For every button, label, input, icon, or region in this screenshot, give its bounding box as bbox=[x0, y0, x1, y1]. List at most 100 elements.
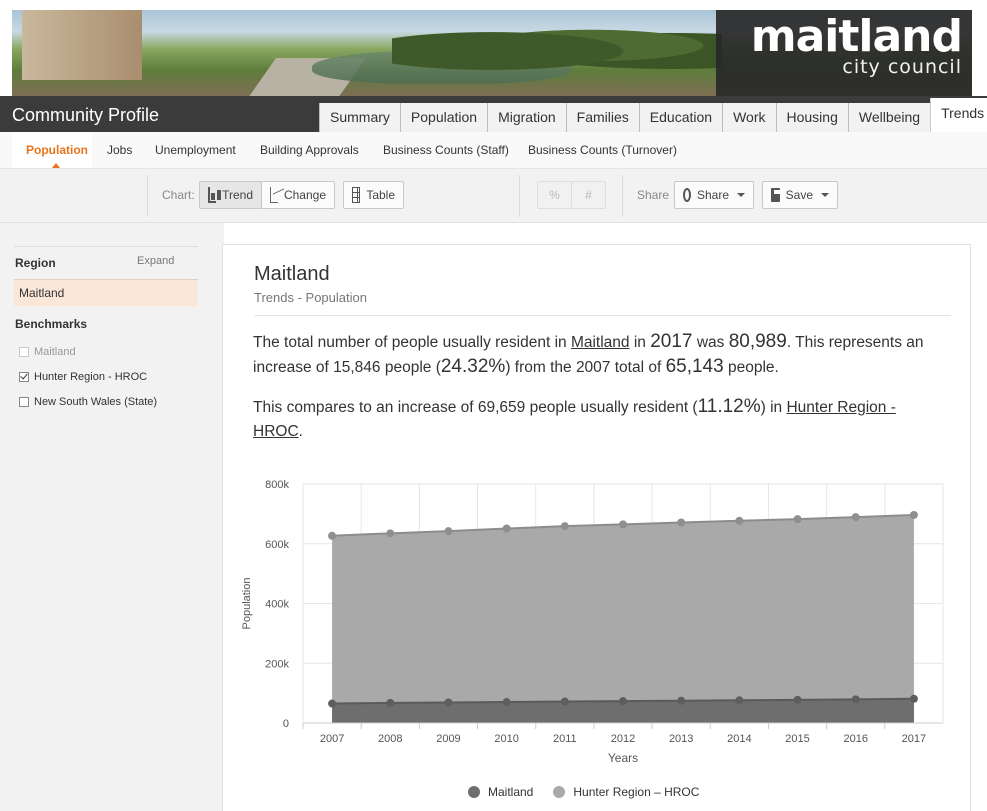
text: . bbox=[298, 423, 303, 440]
toolbar-divider bbox=[147, 175, 148, 217]
banner-building bbox=[22, 10, 142, 80]
data-point bbox=[793, 695, 802, 704]
benchmark-nsw[interactable]: New South Wales (State) bbox=[19, 396, 157, 408]
number-button[interactable]: # bbox=[571, 181, 606, 209]
data-point bbox=[677, 518, 686, 527]
data-point bbox=[502, 524, 511, 533]
chart-legend: Maitland Hunter Region – HROC bbox=[468, 785, 699, 799]
region-heading: Region bbox=[15, 256, 56, 270]
benchmark-hunter-region[interactable]: Hunter Region - HROC bbox=[19, 371, 147, 383]
data-point bbox=[909, 510, 918, 519]
chart-toolbar: Chart: Trend Change Table % # Share Shar… bbox=[0, 169, 987, 223]
banner-trees bbox=[392, 18, 722, 73]
top-navbar: Community Profile Summary Population Mig… bbox=[0, 96, 987, 132]
y-axis-title: Population bbox=[241, 578, 253, 630]
legend-item-hunter-region[interactable]: Hunter Region – HROC bbox=[553, 785, 699, 799]
subnav-business-counts-turnover[interactable]: Business Counts (Turnover) bbox=[528, 143, 677, 157]
page-title: Maitland bbox=[254, 263, 330, 285]
tab-migration[interactable]: Migration bbox=[487, 103, 566, 132]
population-trend-chart[interactable]: 0 200k 400k 600k 800k 2007 2008 2009 2010 2011 201… bbox=[230, 470, 960, 810]
benchmarks-heading: Benchmarks bbox=[15, 317, 88, 331]
data-point bbox=[677, 696, 686, 705]
subnav-building-approvals[interactable]: Building Approvals bbox=[260, 143, 359, 157]
tab-housing[interactable]: Housing bbox=[775, 103, 848, 132]
x-tick-label: 2009 bbox=[436, 733, 460, 745]
legend-item-maitland[interactable]: Maitland bbox=[468, 785, 533, 799]
benchmark-checkbox bbox=[19, 347, 29, 357]
trend-button-label: Trend bbox=[222, 188, 253, 202]
save-button[interactable]: Save bbox=[762, 181, 838, 209]
logo-sub-text: city council bbox=[842, 56, 962, 78]
data-point bbox=[386, 698, 395, 707]
text: ) from the 2007 total of bbox=[505, 359, 666, 376]
data-point bbox=[619, 520, 627, 529]
tab-wellbeing[interactable]: Wellbeing bbox=[847, 103, 931, 132]
base-value: 65,143 bbox=[665, 356, 724, 377]
tab-population[interactable]: Population bbox=[399, 103, 488, 132]
x-tick-label: 2014 bbox=[727, 733, 751, 745]
save-button-label: Save bbox=[785, 188, 813, 202]
benchmark-checkbox[interactable] bbox=[19, 372, 29, 382]
toolbar-divider bbox=[519, 175, 520, 217]
percent-value: 24.32% bbox=[440, 356, 506, 377]
council-logo[interactable]: maitland city council bbox=[716, 10, 972, 96]
app-title[interactable]: Community Profile bbox=[12, 105, 159, 126]
percent-button[interactable]: % bbox=[537, 181, 572, 209]
share-label: Share bbox=[637, 188, 670, 202]
data-point bbox=[909, 694, 918, 703]
expand-button[interactable]: Expand bbox=[137, 255, 286, 522]
benchmark-label: Maitland bbox=[34, 346, 76, 358]
subnav-jobs[interactable]: Jobs bbox=[107, 143, 132, 157]
x-tick-label: 2013 bbox=[669, 733, 693, 745]
x-axis-title: Years bbox=[608, 751, 638, 765]
y-tick-label: 800k bbox=[265, 479, 289, 491]
legend-label: Hunter Region – HROC bbox=[573, 785, 700, 799]
subnav-business-counts-staff[interactable]: Business Counts (Staff) bbox=[383, 143, 509, 157]
region-selected[interactable]: Maitland bbox=[14, 279, 198, 306]
benchmark-checkbox[interactable] bbox=[19, 397, 29, 407]
tab-trends[interactable]: Trends bbox=[930, 98, 987, 132]
tab-families[interactable]: Families bbox=[565, 103, 639, 132]
text: This compares to an increase of 69,659 p… bbox=[253, 399, 698, 416]
trend-button[interactable]: Trend bbox=[199, 181, 262, 209]
share-icon bbox=[683, 188, 691, 202]
sub-navigation: Population Jobs Unemployment Building Ap… bbox=[0, 132, 987, 169]
tab-summary[interactable]: Summary bbox=[319, 103, 400, 132]
y-tick-label: 0 bbox=[283, 718, 289, 730]
x-tick-label: 2017 bbox=[902, 733, 926, 745]
x-tick-label: 2008 bbox=[378, 733, 402, 745]
tab-education[interactable]: Education bbox=[638, 103, 723, 132]
region-link[interactable]: Maitland bbox=[571, 334, 630, 351]
data-point bbox=[328, 699, 337, 708]
data-point bbox=[793, 515, 802, 524]
x-tick-label: 2012 bbox=[611, 733, 635, 745]
header-banner: maitland city council bbox=[12, 10, 972, 96]
y-tick-label: 400k bbox=[265, 599, 289, 611]
legend-dot bbox=[553, 786, 566, 798]
legend-dot bbox=[468, 786, 480, 798]
toolbar-divider bbox=[622, 175, 623, 217]
benchmark-percent-value: 11.12% bbox=[697, 396, 761, 417]
tab-work[interactable]: Work bbox=[722, 103, 776, 132]
series-area bbox=[332, 514, 914, 723]
table-button[interactable]: Table bbox=[343, 181, 404, 209]
change-button-label: Change bbox=[283, 188, 326, 202]
y-tick-label: 200k bbox=[265, 658, 289, 670]
trend-chart-icon bbox=[208, 187, 222, 203]
save-disk-icon bbox=[771, 188, 782, 202]
table-button-label: Table bbox=[366, 188, 395, 202]
data-point bbox=[444, 527, 453, 536]
title-divider bbox=[254, 315, 951, 316]
subnav-population[interactable]: Population bbox=[26, 143, 88, 157]
x-tick-label: 2015 bbox=[785, 733, 809, 745]
change-button[interactable]: Change bbox=[261, 181, 335, 209]
share-button-label: Share bbox=[696, 188, 729, 202]
data-point bbox=[386, 529, 395, 538]
expand-label: Expand bbox=[137, 255, 175, 267]
data-point bbox=[328, 531, 337, 540]
share-button[interactable]: Share bbox=[674, 181, 754, 209]
legend-label: Maitland bbox=[488, 785, 534, 799]
subnav-unemployment[interactable]: Unemployment bbox=[155, 143, 236, 157]
data-point bbox=[560, 522, 569, 531]
benchmark-label: New South Wales (State) bbox=[34, 396, 158, 408]
